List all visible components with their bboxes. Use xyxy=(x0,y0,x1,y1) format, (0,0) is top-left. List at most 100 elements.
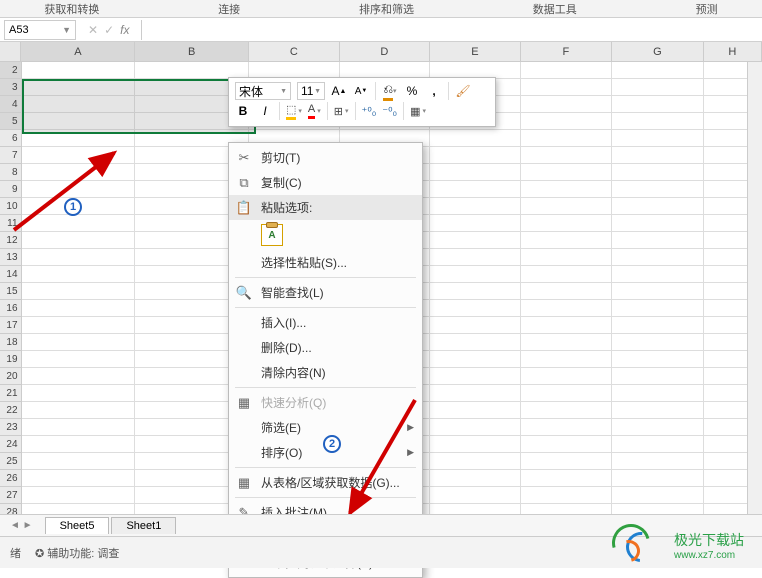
cell[interactable] xyxy=(430,351,521,368)
row-header[interactable]: 26 xyxy=(0,470,22,487)
cell[interactable] xyxy=(612,181,703,198)
decrease-font-icon[interactable]: A▼ xyxy=(353,83,369,99)
cell[interactable] xyxy=(521,283,612,300)
cell[interactable] xyxy=(430,283,521,300)
cell[interactable] xyxy=(612,402,703,419)
row-header[interactable]: 17 xyxy=(0,317,22,334)
menu-filter[interactable]: 筛选(E) ▶ xyxy=(229,415,422,440)
chevron-down-icon[interactable]: ▼ xyxy=(62,25,71,35)
cell[interactable] xyxy=(521,351,612,368)
cell[interactable] xyxy=(430,470,521,487)
cell[interactable] xyxy=(521,79,612,96)
row-header[interactable]: 27 xyxy=(0,487,22,504)
cell[interactable] xyxy=(22,130,136,147)
cell[interactable] xyxy=(22,232,136,249)
accounting-format-icon[interactable]: ⎌▾ xyxy=(382,83,398,99)
row-header[interactable]: 6 xyxy=(0,130,22,147)
accessibility-status[interactable]: ✪ 辅助功能: 调查 xyxy=(35,545,119,561)
cell[interactable] xyxy=(612,334,703,351)
cell[interactable] xyxy=(521,113,612,130)
sheet-nav-arrows[interactable]: ◄ ► xyxy=(10,520,43,531)
cell[interactable] xyxy=(612,453,703,470)
cell[interactable] xyxy=(430,402,521,419)
cell[interactable] xyxy=(521,181,612,198)
merge-center-button[interactable]: ▦▾ xyxy=(410,105,426,118)
cell[interactable] xyxy=(612,436,703,453)
cell[interactable] xyxy=(612,147,703,164)
cell[interactable] xyxy=(430,147,521,164)
col-header-E[interactable]: E xyxy=(430,42,521,61)
cell[interactable] xyxy=(22,147,136,164)
col-header-F[interactable]: F xyxy=(521,42,612,61)
cell[interactable] xyxy=(430,249,521,266)
cell[interactable] xyxy=(521,300,612,317)
cell[interactable] xyxy=(612,249,703,266)
increase-font-icon[interactable]: A▲ xyxy=(331,83,347,99)
row-header[interactable]: 24 xyxy=(0,436,22,453)
cell[interactable] xyxy=(612,198,703,215)
row-header[interactable]: 2 xyxy=(0,62,22,79)
cell[interactable] xyxy=(612,164,703,181)
cell[interactable] xyxy=(430,181,521,198)
cell[interactable] xyxy=(22,266,136,283)
cell[interactable] xyxy=(22,198,136,215)
cell[interactable] xyxy=(430,453,521,470)
row-header[interactable]: 23 xyxy=(0,419,22,436)
cell[interactable] xyxy=(22,334,136,351)
cell[interactable] xyxy=(612,487,703,504)
cell[interactable] xyxy=(612,130,703,147)
menu-insert[interactable]: 插入(I)... xyxy=(229,310,422,335)
vertical-scrollbar[interactable] xyxy=(747,62,762,514)
row-header[interactable]: 10 xyxy=(0,198,22,215)
cell[interactable] xyxy=(22,164,136,181)
cell[interactable] xyxy=(521,232,612,249)
row-header[interactable]: 12 xyxy=(0,232,22,249)
cell[interactable] xyxy=(612,368,703,385)
menu-sort[interactable]: 排序(O) ▶ xyxy=(229,440,422,465)
fill-color-button[interactable]: ⬚▾ xyxy=(286,103,302,120)
menu-clear[interactable]: 清除内容(N) xyxy=(229,360,422,385)
borders-button[interactable]: ⊞▾ xyxy=(334,105,349,118)
cell[interactable] xyxy=(521,215,612,232)
cell[interactable] xyxy=(521,147,612,164)
comma-icon[interactable]: , xyxy=(426,83,442,99)
sheet-tab-other[interactable]: Sheet1 xyxy=(111,517,176,534)
cell[interactable] xyxy=(612,215,703,232)
menu-cut[interactable]: ✂ 剪切(T) xyxy=(229,145,422,170)
cell[interactable] xyxy=(430,317,521,334)
cell[interactable] xyxy=(521,62,612,79)
percent-icon[interactable]: % xyxy=(404,83,420,99)
row-header[interactable]: 22 xyxy=(0,402,22,419)
italic-button[interactable]: I xyxy=(257,103,273,119)
cell[interactable] xyxy=(521,164,612,181)
sheet-tab-active[interactable]: Sheet5 xyxy=(45,517,110,534)
cell[interactable] xyxy=(22,419,136,436)
cell[interactable] xyxy=(612,385,703,402)
cell[interactable] xyxy=(22,96,136,113)
cell[interactable] xyxy=(521,470,612,487)
row-header[interactable]: 11 xyxy=(0,215,22,232)
cell[interactable] xyxy=(430,385,521,402)
cell[interactable] xyxy=(521,436,612,453)
cell[interactable] xyxy=(22,385,136,402)
cell[interactable] xyxy=(430,300,521,317)
cell[interactable] xyxy=(521,402,612,419)
menu-delete[interactable]: 删除(D)... xyxy=(229,335,422,360)
cell[interactable] xyxy=(521,334,612,351)
col-header-H[interactable]: H xyxy=(704,42,762,61)
cell[interactable] xyxy=(612,317,703,334)
cell[interactable] xyxy=(430,130,521,147)
cell[interactable] xyxy=(22,351,136,368)
menu-from-table[interactable]: ▦ 从表格/区域获取数据(G)... xyxy=(229,470,422,495)
cell[interactable] xyxy=(22,79,136,96)
cell[interactable] xyxy=(612,62,703,79)
cell[interactable] xyxy=(612,113,703,130)
row-header[interactable]: 7 xyxy=(0,147,22,164)
cell[interactable] xyxy=(612,96,703,113)
cell[interactable] xyxy=(430,436,521,453)
select-all-corner[interactable] xyxy=(0,42,21,61)
formula-input[interactable] xyxy=(141,20,758,40)
name-box[interactable]: A53 ▼ xyxy=(4,20,76,40)
cell[interactable] xyxy=(521,487,612,504)
cell[interactable] xyxy=(22,402,136,419)
